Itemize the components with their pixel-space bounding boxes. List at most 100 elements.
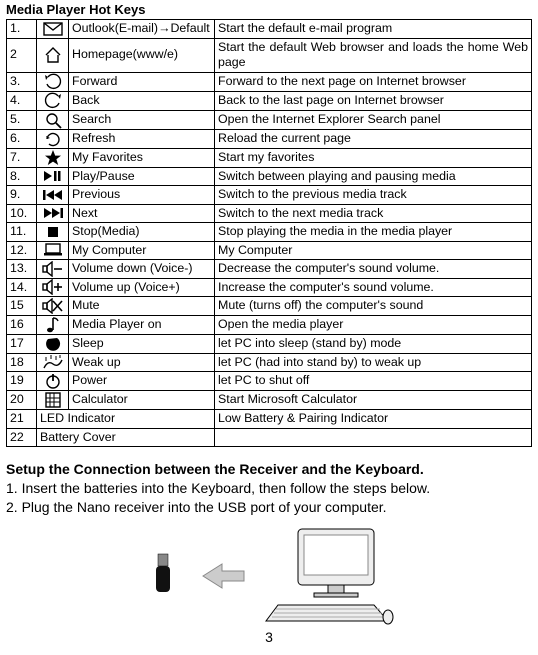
row-desc: My Computer [215,241,532,260]
row-number: 14. [7,278,37,297]
row-key: Search [69,110,215,129]
home-icon [37,38,69,72]
setup-diagram [6,527,532,625]
page-number: 3 [6,629,532,645]
row-number: 18 [7,353,37,372]
forward-icon [37,72,69,91]
row-desc: Start Microsoft Calculator [215,391,532,410]
table-row: 10. NextSwitch to the next media track [7,204,532,223]
row-key: Media Player on [69,315,215,334]
row-number: 12. [7,241,37,260]
row-key: Forward [69,72,215,91]
table-row: 3. ForwardForward to the next page on Int… [7,72,532,91]
row-key: Outlook(E-mail)→Default [69,20,215,39]
row-number: 20 [7,391,37,410]
row-number: 21 [7,410,37,429]
row-key: LED Indicator [37,410,215,429]
row-desc: Low Battery & Pairing Indicator [215,410,532,429]
row-desc: Open the media player [215,315,532,334]
hotkeys-table: 1. Outlook(E-mail)→DefaultStart the defau… [6,19,532,447]
row-number: 1. [7,20,37,39]
back-icon [37,91,69,110]
row-desc: Forward to the next page on Internet bro… [215,72,532,91]
table-row: 11.Stop(Media)Stop playing the media in … [7,223,532,242]
table-row: 12. My ComputerMy Computer [7,241,532,260]
usb-receiver-icon [144,552,182,600]
row-desc: Back to the last page on Internet browse… [215,91,532,110]
row-desc: let PC to shut off [215,372,532,391]
row-desc: Decrease the computer's sound volume. [215,260,532,279]
row-desc: Switch to the previous media track [215,186,532,205]
mail-icon [37,20,69,39]
row-key: Homepage(www/e) [69,38,215,72]
table-row: 7. My FavoritesStart my favorites [7,148,532,167]
row-desc: let PC (had into stand by) to weak up [215,353,532,372]
table-row: 20 CalculatorStart Microsoft Calculator [7,391,532,410]
table-row: 14. Volume up (Voice+)Increase the comput… [7,278,532,297]
row-desc: Mute (turns off) the computer's sound [215,297,532,316]
next-track-icon [37,204,69,223]
row-key: Volume up (Voice+) [69,278,215,297]
row-key: Next [69,204,215,223]
row-number: 8. [7,167,37,186]
row-number: 15 [7,297,37,316]
table-row: 16Media Player onOpen the media player [7,315,532,334]
row-key: Back [69,91,215,110]
table-row: 19 Powerlet PC to shut off [7,372,532,391]
mute-icon [37,297,69,316]
computer-icon [264,527,394,625]
row-number: 7. [7,148,37,167]
row-number: 3. [7,72,37,91]
row-desc: Increase the computer's sound volume. [215,278,532,297]
volume-down-icon [37,260,69,279]
table-row: 5.SearchOpen the Internet Explorer Searc… [7,110,532,129]
table-row: 17 Sleeplet PC into sleep (stand by) mode [7,334,532,353]
play-pause-icon [37,167,69,186]
row-number: 10. [7,204,37,223]
row-key: Sleep [69,334,215,353]
stop-icon [37,223,69,242]
row-key: Mute [69,297,215,316]
table-row: 1.Outlook(E-mail)→DefaultStart the defau… [7,20,532,39]
row-number: 2 [7,38,37,72]
row-key: Previous [69,186,215,205]
section-title: Media Player Hot Keys [6,2,532,17]
calculator-icon [37,391,69,410]
search-icon [37,110,69,129]
row-key: Calculator [69,391,215,410]
row-desc [215,428,532,447]
setup-step-1: 1. Insert the batteries into the Keyboar… [6,479,532,498]
row-key: My Computer [69,241,215,260]
previous-track-icon [37,186,69,205]
music-note-icon [37,315,69,334]
moon-icon [37,334,69,353]
table-row: 22Battery Cover [7,428,532,447]
table-row: 13.Volume down (Voice-)Decrease the comp… [7,260,532,279]
row-desc: Open the Internet Explorer Search panel [215,110,532,129]
row-key: Play/Pause [69,167,215,186]
row-desc: Switch between playing and pausing media [215,167,532,186]
computer-icon [37,241,69,260]
star-icon [37,148,69,167]
row-key: Stop(Media) [69,223,215,242]
row-desc: Start my favorites [215,148,532,167]
row-desc: let PC into sleep (stand by) mode [215,334,532,353]
row-number: 4. [7,91,37,110]
table-row: 15 MuteMute (turns off) the computer's so… [7,297,532,316]
row-number: 17 [7,334,37,353]
table-row: 2 Homepage(www/e)Start the default Web br… [7,38,532,72]
wake-icon [37,353,69,372]
table-row: 18Weak uplet PC (had into stand by) to w… [7,353,532,372]
row-desc: Switch to the next media track [215,204,532,223]
table-row: 8. Play/PauseSwitch between playing and p… [7,167,532,186]
volume-up-icon [37,278,69,297]
row-key: Power [69,372,215,391]
power-icon [37,372,69,391]
row-key: My Favorites [69,148,215,167]
row-number: 22 [7,428,37,447]
row-desc: Stop playing the media in the media play… [215,223,532,242]
row-desc: Start the default Web browser and loads … [215,38,532,72]
row-number: 19 [7,372,37,391]
row-number: 13. [7,260,37,279]
table-row: 21LED IndicatorLow Battery & Pairing Ind… [7,410,532,429]
